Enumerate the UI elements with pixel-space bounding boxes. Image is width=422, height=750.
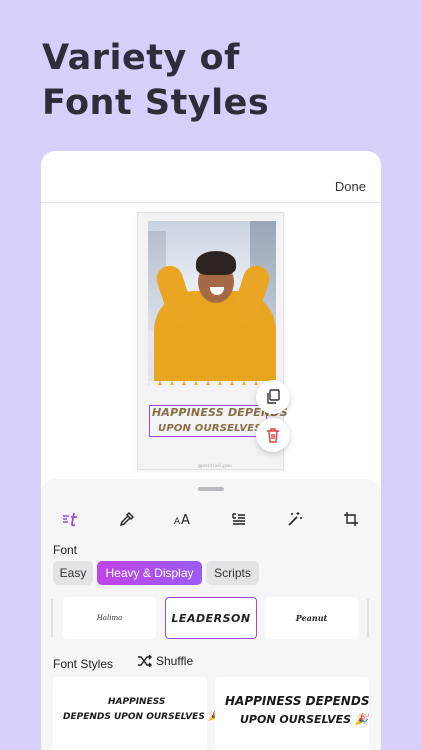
font-card-label: Peanut: [295, 613, 328, 623]
font-style-cards: HAPPINESS DEPENDS UPON OURSELVES 🎉 HAPPI…: [53, 677, 369, 750]
crop-move-icon: [344, 512, 358, 526]
tool-bar: AA: [41, 507, 381, 531]
promo-title-line1: Variety of: [42, 38, 240, 78]
effects-tool[interactable]: [283, 507, 307, 531]
chip-heavy-display[interactable]: Heavy & Display: [97, 561, 202, 585]
style-card-line-1: HAPPINESS DEPENDS: [225, 694, 370, 708]
style-card-line-1: HAPPINESS: [108, 697, 166, 707]
chip-easy[interactable]: Easy: [53, 561, 93, 585]
svg-text:A: A: [181, 513, 190, 526]
font-style-card-2[interactable]: HAPPINESS DEPENDS UPON OURSELVES 🎉: [215, 677, 369, 750]
svg-text:A: A: [174, 517, 181, 526]
shuffle-button[interactable]: Shuffle: [137, 653, 193, 669]
sheet-grabber[interactable]: [198, 487, 224, 491]
font-card-peanut[interactable]: Peanut: [265, 597, 358, 639]
chip-scripts[interactable]: Scripts: [206, 561, 259, 585]
eyedropper-icon: [119, 512, 134, 527]
trash-icon: [267, 428, 279, 443]
alignment-tool[interactable]: [227, 507, 251, 531]
delete-button[interactable]: [256, 418, 290, 452]
font-styles-label: Font Styles: [53, 657, 114, 671]
poster-photo: [148, 221, 276, 385]
magic-wand-icon: [288, 512, 302, 526]
promo-title: Variety of Font Styles: [42, 36, 269, 126]
font-card-leaderson[interactable]: LEADERSON: [165, 597, 257, 639]
poster-handle: @positivelyyou: [198, 463, 232, 468]
done-button[interactable]: Done: [335, 179, 366, 194]
duplicate-button[interactable]: [256, 380, 290, 414]
font-size-tool[interactable]: AA: [171, 507, 195, 531]
promo-title-line2: Font Styles: [42, 83, 270, 123]
shuffle-icon: [138, 655, 152, 667]
font-carousel[interactable]: Halima LEADERSON Peanut: [41, 597, 381, 639]
font-card-halima[interactable]: Halima: [63, 597, 156, 639]
shuffle-label: Shuffle: [156, 654, 194, 668]
font-style-card-1[interactable]: HAPPINESS DEPENDS UPON OURSELVES 🎉: [53, 677, 219, 750]
text-align-icon: [232, 513, 245, 525]
canvas-area: HAPPINESS DEPENDS UPON OURSELVES 🎉 @posi…: [41, 204, 381, 479]
style-card-line-2: DEPENDS UPON OURSELVES 🎉: [63, 712, 220, 722]
font-card-label: Halima: [96, 614, 123, 622]
editor-topbar: Done: [41, 151, 381, 203]
font-size-icon: AA: [174, 513, 190, 526]
color-picker-tool[interactable]: [115, 507, 139, 531]
editor-screen: Done HAPPINESS DEPENDS UPON OURSELVES 🎉 …: [41, 151, 381, 750]
font-section-label: Font: [53, 543, 78, 557]
font-card-label: LEADERSON: [171, 611, 251, 625]
copy-icon: [267, 389, 280, 404]
text-style-icon: [63, 512, 77, 527]
position-tool[interactable]: [339, 507, 363, 531]
font-bottom-sheet: AA Font Easy Heavy & Display Scripts Hal…: [41, 479, 381, 750]
text-style-tool[interactable]: [59, 507, 83, 531]
style-card-line-2: UPON OURSELVES 🎉: [240, 713, 369, 726]
